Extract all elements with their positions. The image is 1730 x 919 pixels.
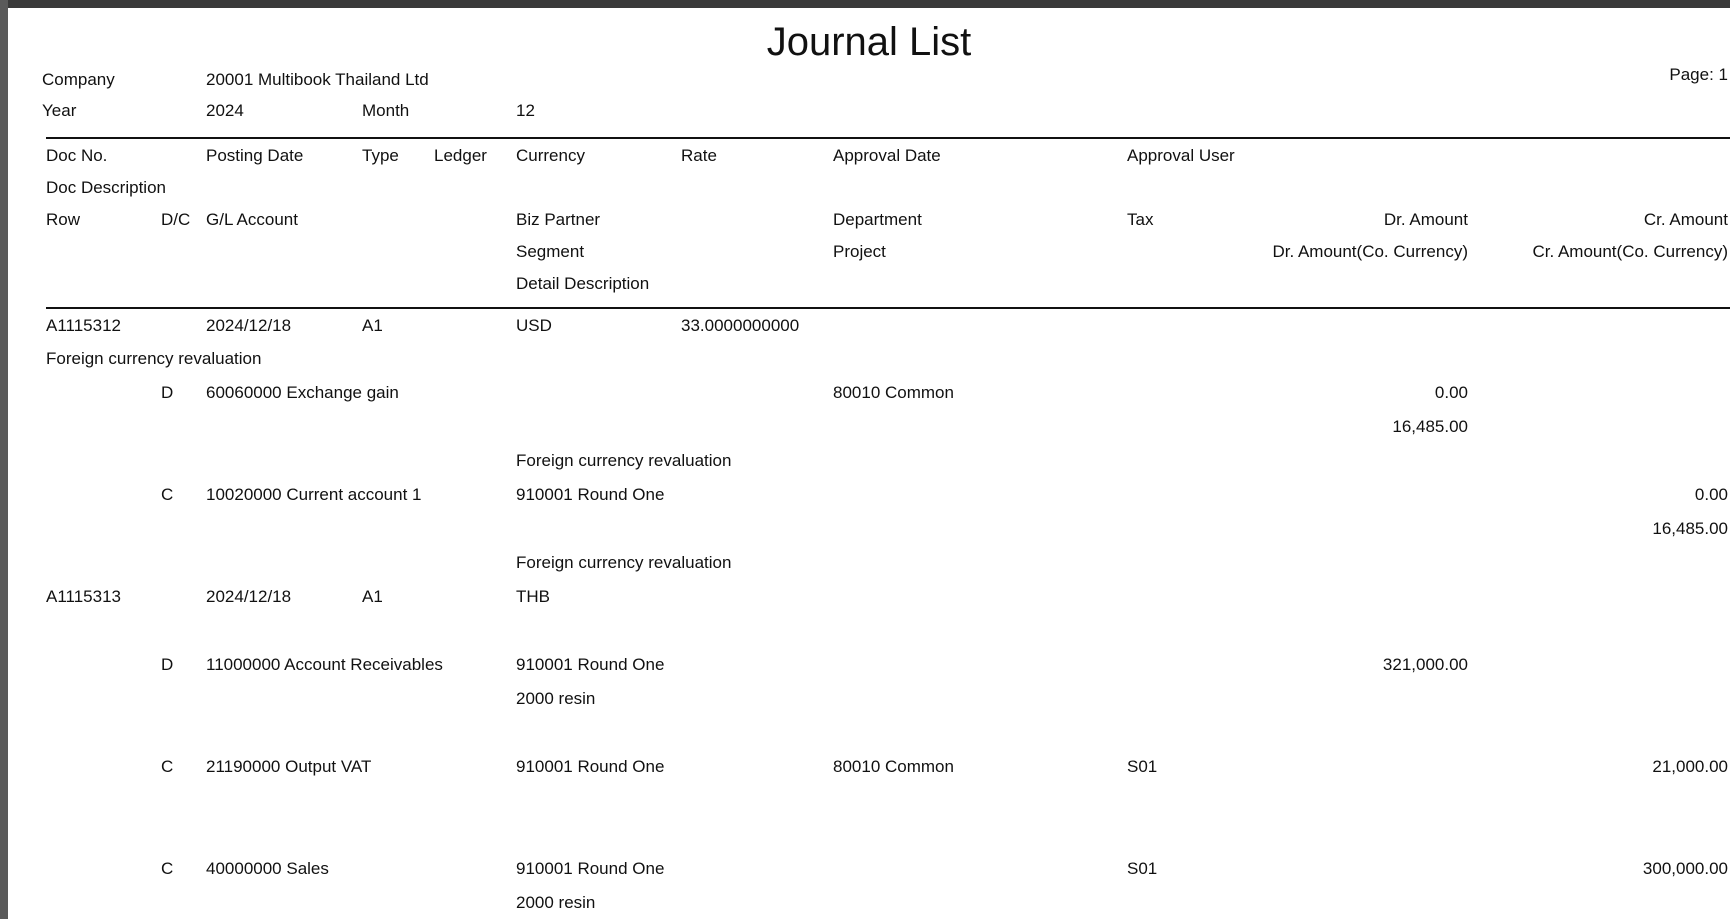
header-approval-user: Approval User [1127,146,1235,165]
header-project: Project [833,242,886,261]
line-biz-partner: 910001 Round One [516,655,665,674]
header-biz-partner: Biz Partner [516,210,601,229]
line-tax: S01 [1127,757,1158,776]
line-tax: S01 [1127,859,1158,878]
doc-rate: 33.0000000000 [681,316,800,335]
line-dc: C [161,757,174,776]
doc-currency: THB [516,587,550,606]
header-detail-description: Detail Description [516,274,650,293]
header-bottom-rule [46,307,1730,309]
month-value: 12 [516,101,535,120]
header-dr-amount: Dr. Amount [1383,210,1468,229]
header-cr-amount-co: Cr. Amount(Co. Currency) [1532,242,1728,261]
line-dc: C [161,859,174,878]
header-posting-date: Posting Date [206,146,304,165]
header-ledger: Ledger [434,146,487,165]
page-number: Page: 1 [1669,65,1728,84]
line-dr-amount-co: 16,485.00 [1392,417,1468,436]
line-dc: C [161,485,174,504]
header-top-rule [46,137,1730,139]
line-cr-amount: 21,000.00 [1652,757,1728,776]
line-cr-amount: 300,000.00 [1642,859,1728,878]
report-title: Journal List [766,20,972,64]
line-dr-amount: 0.00 [1434,383,1468,402]
viewer-left-border [0,0,8,919]
company-value: 20001 Multibook Thailand Ltd [206,70,429,89]
header-rate: Rate [681,146,717,165]
header-department: Department [833,210,922,229]
line-dr-amount: 321,000.00 [1382,655,1468,674]
line-biz-partner: 910001 Round One [516,485,665,504]
header-gl-account: G/L Account [206,210,298,229]
header-tax: Tax [1127,210,1154,229]
doc-no: A1115313 [46,587,121,606]
line-segment: 2000 resin [516,893,596,912]
line-cr-amount: 0.00 [1694,485,1728,504]
line-gl-account: 10020000 Current account 1 [206,485,422,504]
viewer-top-border [0,0,1730,8]
header-row: Row [46,210,81,229]
header-approval-date: Approval Date [833,146,941,165]
doc-currency: USD [516,316,552,335]
doc-description: Foreign currency revaluation [46,349,262,368]
header-dc: D/C [161,210,191,229]
header-currency: Currency [516,146,585,165]
line-dc: D [161,655,174,674]
doc-type: A1 [362,316,383,335]
line-detail-description: Foreign currency revaluation [516,451,732,470]
line-department: 80010 Common [833,383,954,402]
header-segment: Segment [516,242,585,261]
line-biz-partner: 910001 Round One [516,859,665,878]
doc-posting-date: 2024/12/18 [206,587,292,606]
header-type: Type [362,146,399,165]
line-department: 80010 Common [833,757,954,776]
doc-type: A1 [362,587,383,606]
header-doc-no: Doc No. [46,146,108,165]
line-gl-account: 40000000 Sales [206,859,329,878]
company-label: Company [42,70,115,89]
line-gl-account: 60060000 Exchange gain [206,383,399,402]
header-doc-description: Doc Description [46,178,166,197]
header-cr-amount: Cr. Amount [1643,210,1728,229]
line-detail-description: Foreign currency revaluation [516,553,732,572]
line-cr-amount-co: 16,485.00 [1652,519,1728,538]
year-value: 2024 [206,101,244,120]
line-dc: D [161,383,174,402]
report-page: Journal List Page: 1 Company 20001 Multi… [8,8,1730,919]
doc-posting-date: 2024/12/18 [206,316,292,335]
line-segment: 2000 resin [516,689,596,708]
year-label: Year [42,101,77,120]
line-gl-account: 21190000 Output VAT [206,757,372,776]
line-gl-account: 11000000 Account Receivables [206,655,443,674]
doc-no: A1115312 [46,316,121,335]
month-label: Month [362,101,410,120]
header-dr-amount-co: Dr. Amount(Co. Currency) [1272,242,1468,261]
line-biz-partner: 910001 Round One [516,757,665,776]
